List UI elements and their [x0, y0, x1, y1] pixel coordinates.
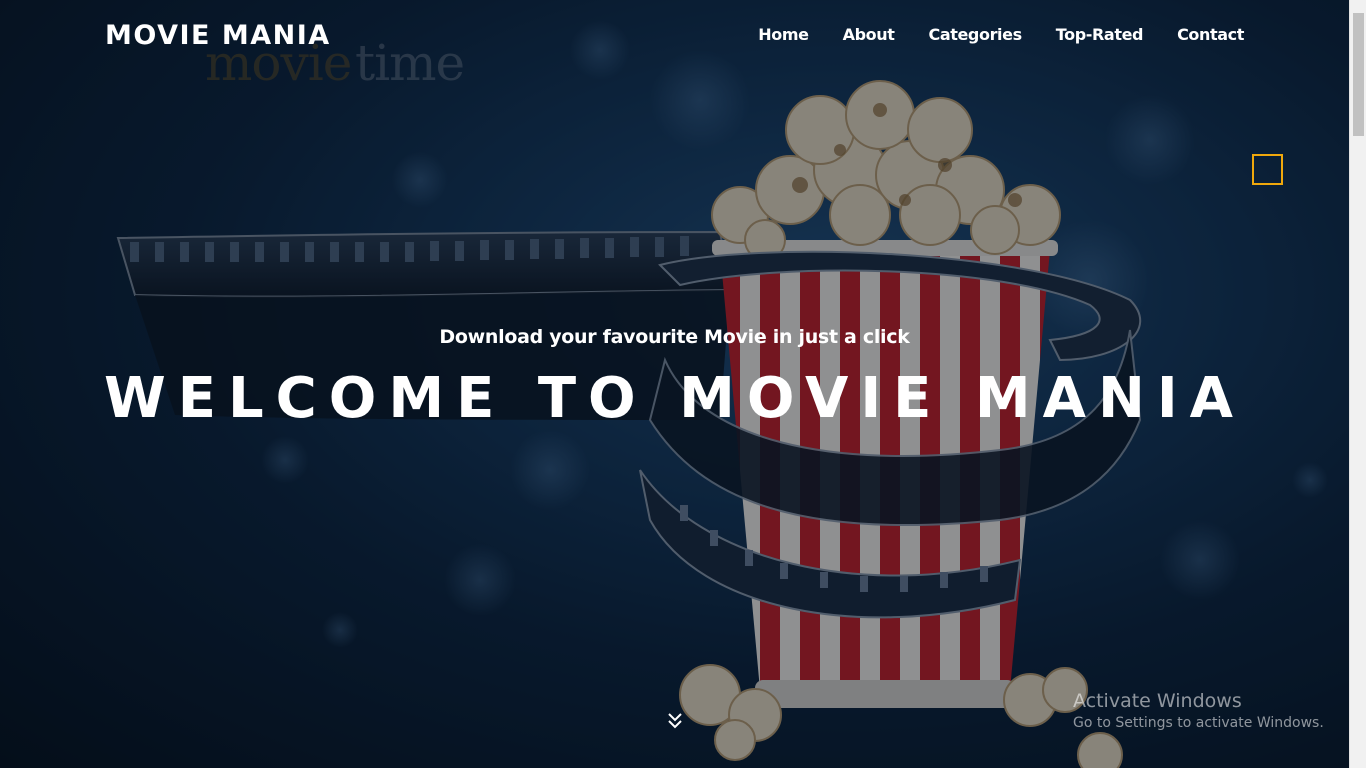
decorative-square [1252, 154, 1283, 185]
nav-about[interactable]: About [843, 25, 895, 44]
watermark-subtitle: Go to Settings to activate Windows. [1073, 715, 1324, 731]
nav-home[interactable]: Home [758, 25, 809, 44]
main-nav: Home About Categories Top-Rated Contact [758, 25, 1244, 44]
brand-logo[interactable]: MOVIE MANIA [105, 20, 331, 51]
scrollbar-thumb[interactable] [1353, 13, 1364, 136]
windows-activation-watermark: Activate Windows Go to Settings to activ… [1073, 689, 1324, 733]
nav-categories[interactable]: Categories [928, 25, 1022, 44]
page: movie time MOVIE MANIA Home About Catego… [0, 0, 1366, 768]
nav-contact[interactable]: Contact [1177, 25, 1244, 44]
hero-tagline: Download your favourite Movie in just a … [439, 326, 910, 348]
nav-top-rated[interactable]: Top-Rated [1056, 25, 1144, 44]
hero-title: WELCOME TO MOVIE MANIA [103, 366, 1246, 431]
vertical-scrollbar[interactable] [1349, 0, 1366, 768]
double-chevron-down-icon[interactable] [665, 711, 685, 731]
watermark-title: Activate Windows [1073, 690, 1242, 712]
